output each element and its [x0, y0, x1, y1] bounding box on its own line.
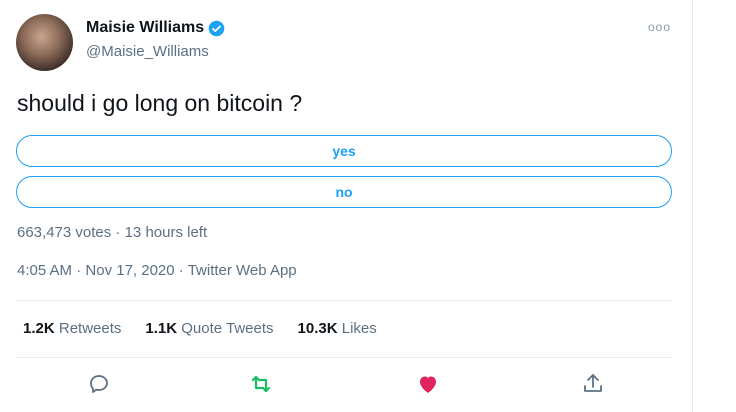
poll-time-left: 13 hours left	[124, 224, 208, 241]
more-options-icon[interactable]: ooo	[648, 20, 671, 34]
tweet-time[interactable]: 4:05 AM	[17, 262, 72, 279]
quote-tweets-stat[interactable]: 1.1K Quote Tweets	[145, 320, 273, 337]
quote-tweets-count: 1.1K	[145, 320, 178, 337]
likes-label: Likes	[341, 320, 377, 337]
separator: ·	[178, 262, 184, 279]
share-icon[interactable]	[581, 372, 605, 396]
poll-option-label: yes	[332, 143, 356, 159]
likes-count: 10.3K	[297, 320, 338, 337]
divider	[16, 357, 672, 358]
poll-option-yes[interactable]: yes	[16, 135, 672, 167]
separator: ·	[76, 262, 82, 279]
tweet-date[interactable]: Nov 17, 2020	[85, 262, 174, 279]
quote-tweets-label: Quote Tweets	[181, 320, 274, 337]
retweets-stat[interactable]: 1.2K Retweets	[23, 320, 121, 337]
retweets-label: Retweets	[58, 320, 122, 337]
poll-option-label: no	[335, 184, 353, 200]
retweets-count: 1.2K	[23, 320, 55, 337]
verified-badge-icon	[208, 20, 225, 36]
tweet-source[interactable]: Twitter Web App	[188, 262, 297, 279]
author-handle[interactable]: @Maisie_Williams	[86, 43, 209, 60]
reply-icon[interactable]	[87, 372, 111, 396]
author-name-row[interactable]: Maisie Williams	[86, 19, 225, 37]
tweet-text: should i go long on bitcoin ?	[17, 90, 303, 116]
likes-stat[interactable]: 10.3K Likes	[298, 320, 377, 337]
divider	[16, 300, 672, 301]
tweet-timestamp: 4:05 AM · Nov 17, 2020 · Twitter Web App	[17, 262, 297, 279]
action-bar	[0, 372, 692, 400]
retweet-icon[interactable]	[249, 372, 273, 396]
separator: ·	[115, 224, 121, 241]
avatar[interactable]	[16, 14, 73, 71]
author-name[interactable]: Maisie Williams	[86, 19, 204, 37]
like-icon[interactable]	[416, 372, 440, 396]
tweet-card: Maisie Williams @Maisie_Williams ooo sho…	[0, 0, 693, 412]
engagement-stats: 1.2K Retweets 1.1K Quote Tweets 10.3K Li…	[23, 320, 377, 337]
poll-option-no[interactable]: no	[16, 176, 672, 208]
poll-summary: 663,473 votes · 13 hours left	[17, 224, 207, 241]
poll-votes: 663,473 votes	[17, 224, 112, 241]
